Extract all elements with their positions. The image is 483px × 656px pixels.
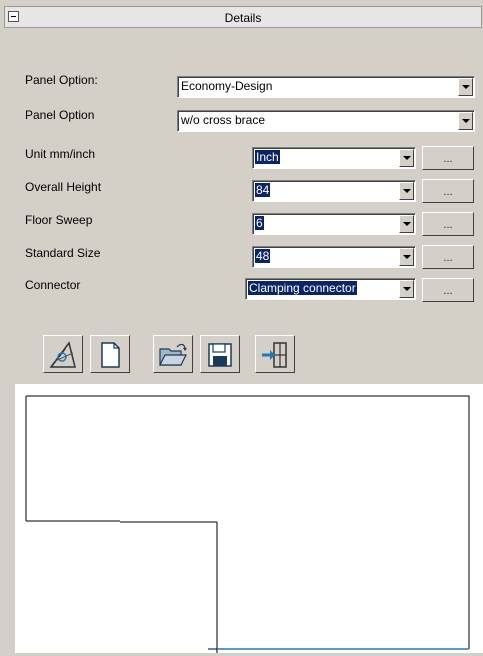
- panel-option-brace-label: Panel Option: [25, 108, 95, 122]
- standard-size-browse-button[interactable]: ...: [422, 245, 474, 269]
- panel-option-brace-value: w/o cross brace: [181, 113, 266, 127]
- unit-value: Inch: [255, 150, 280, 164]
- unit-select[interactable]: Inch: [252, 147, 416, 169]
- chevron-down-icon[interactable]: [399, 215, 414, 233]
- standard-size-select[interactable]: 48: [252, 246, 416, 268]
- save-floppy-icon: [208, 343, 232, 367]
- drafting-tool-icon: [49, 341, 76, 368]
- standard-size-value: 48: [255, 249, 271, 263]
- connector-value: Clamping connector: [248, 281, 357, 295]
- connector-label: Connector: [25, 278, 81, 292]
- overall-height-value: 84: [255, 183, 271, 197]
- connector-select[interactable]: Clamping connector: [245, 278, 416, 300]
- insert-panel-icon: [262, 342, 287, 368]
- panel-option-brace-select[interactable]: w/o cross brace: [177, 110, 475, 132]
- panel-option-value: Economy-Design: [181, 79, 273, 93]
- panel-option-label: Panel Option:: [25, 73, 98, 87]
- overall-height-label: Overall Height: [25, 180, 102, 194]
- floor-sweep-label: Floor Sweep: [25, 213, 93, 227]
- drawing-canvas[interactable]: [15, 384, 483, 653]
- overall-height-browse-button[interactable]: ...: [422, 179, 474, 203]
- draw-tool-button[interactable]: [43, 335, 83, 373]
- open-folder-icon: [159, 343, 187, 366]
- floor-sweep-browse-button[interactable]: ...: [422, 212, 474, 236]
- standard-size-label: Standard Size: [25, 246, 101, 260]
- chevron-down-icon[interactable]: [399, 248, 414, 266]
- insert-panel-button[interactable]: [255, 335, 295, 373]
- floor-sweep-value: 6: [255, 216, 264, 230]
- chevron-down-icon[interactable]: [458, 112, 473, 130]
- save-button[interactable]: [200, 335, 240, 373]
- new-document-button[interactable]: [90, 335, 130, 373]
- panel-option-select[interactable]: Economy-Design: [177, 76, 475, 98]
- chevron-down-icon[interactable]: [399, 280, 414, 298]
- unit-label: Unit mm/inch: [25, 147, 96, 161]
- overall-height-select[interactable]: 84: [252, 180, 416, 202]
- connector-browse-button[interactable]: ...: [422, 278, 474, 302]
- chevron-down-icon[interactable]: [399, 182, 414, 200]
- new-document-icon: [101, 342, 120, 368]
- panel-title: Details: [224, 11, 262, 25]
- chevron-down-icon[interactable]: [399, 149, 414, 167]
- open-file-button[interactable]: [153, 335, 193, 373]
- panel-outline-drawing: [25, 395, 470, 653]
- chevron-down-icon[interactable]: [458, 78, 473, 96]
- unit-browse-button[interactable]: ...: [422, 146, 474, 170]
- floor-sweep-select[interactable]: 6: [252, 213, 416, 235]
- details-header: Details: [4, 6, 482, 28]
